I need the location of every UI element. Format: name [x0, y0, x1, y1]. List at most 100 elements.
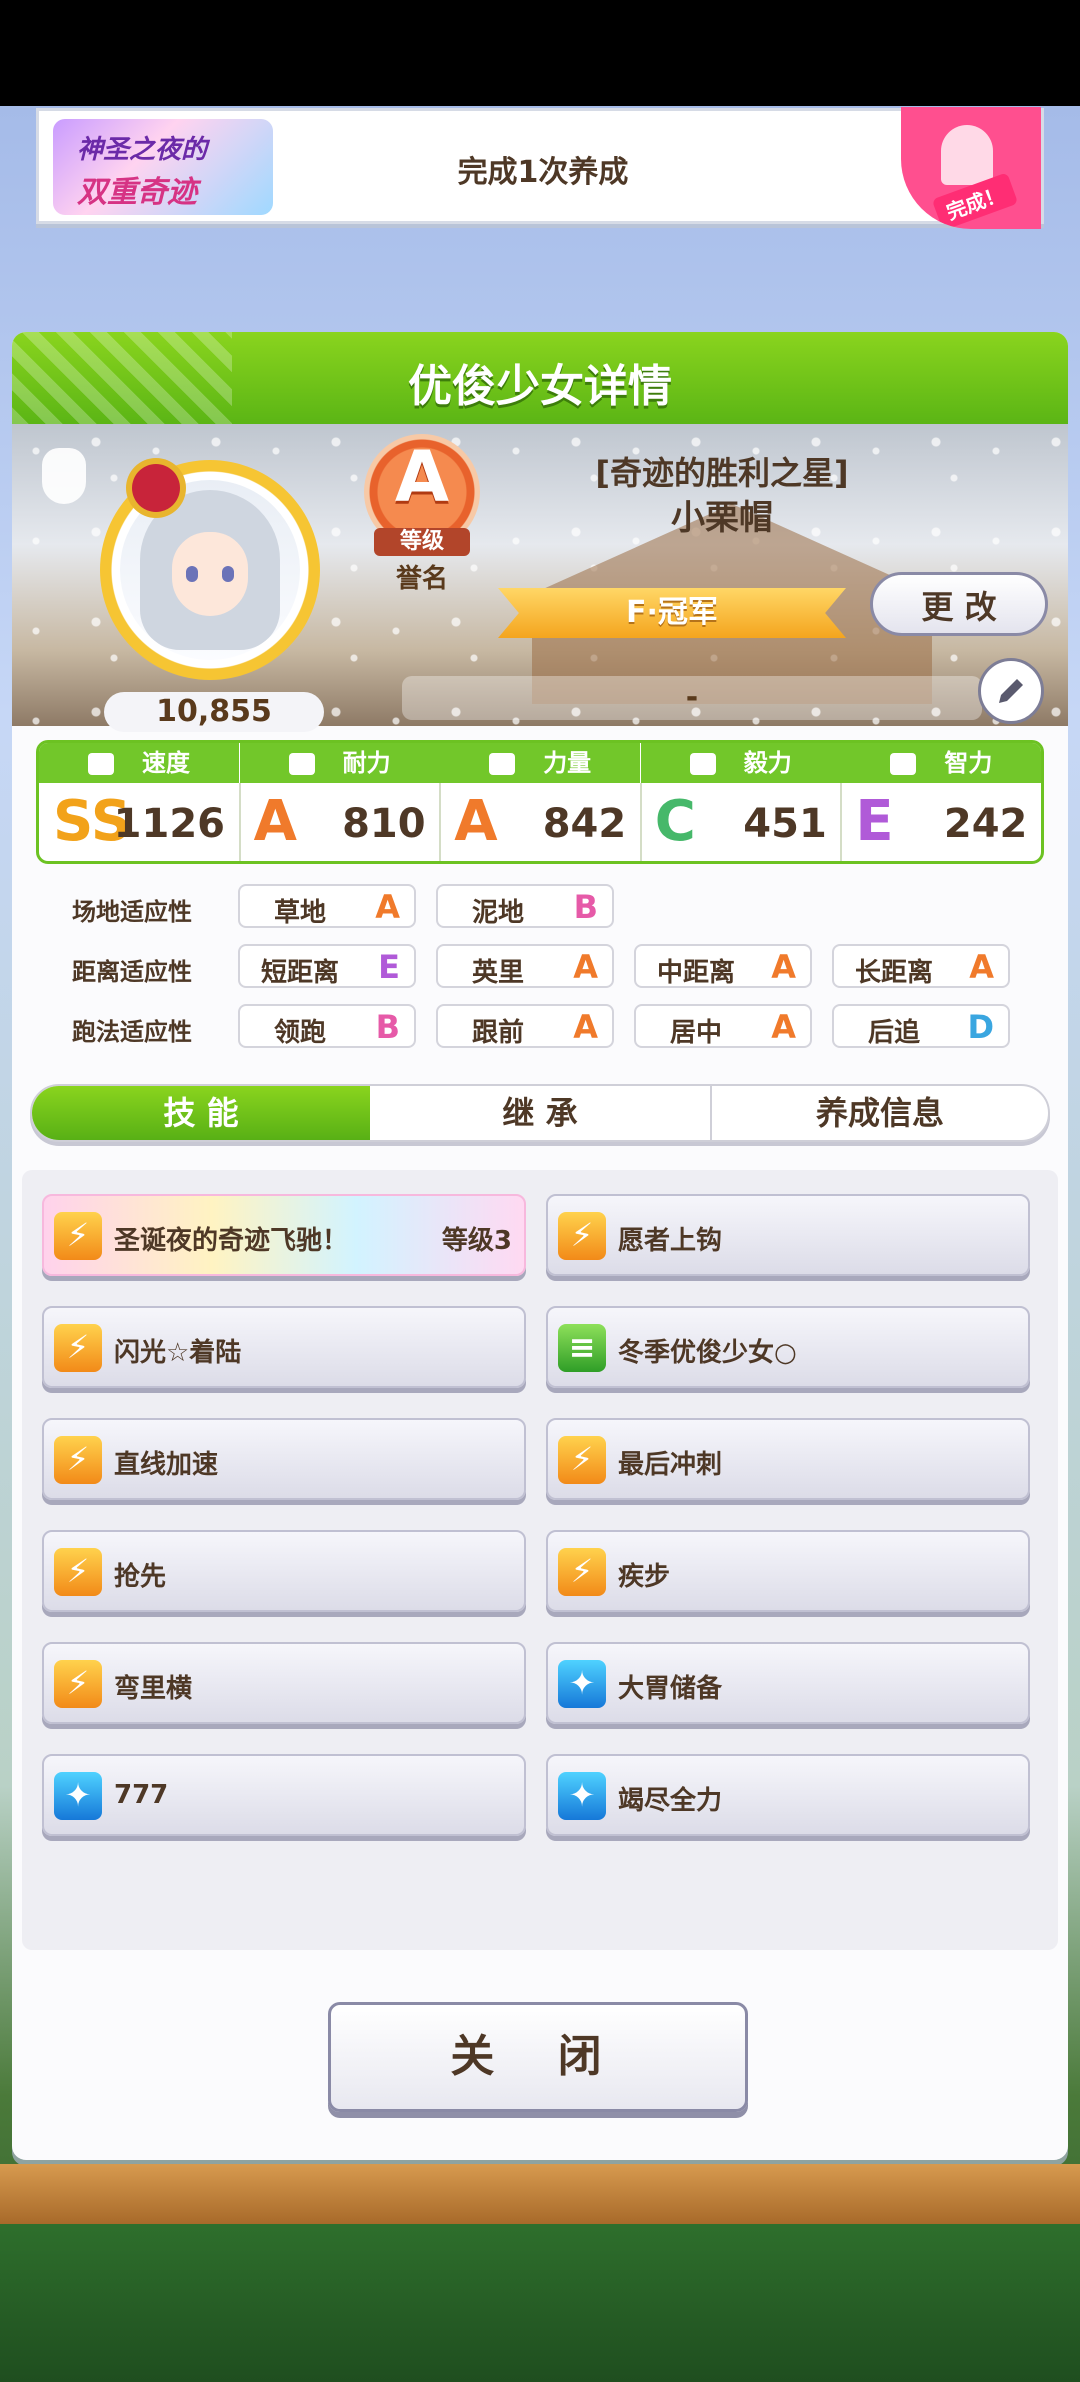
stat-icon [489, 753, 516, 775]
pencil-icon [999, 679, 1023, 703]
stat-label: 毅力 [640, 743, 841, 783]
stat-value: 810 [342, 801, 426, 847]
skill-item[interactable]: ⚡ 弯里横 [42, 1642, 526, 1724]
skill-name: 抢先 [114, 1562, 167, 1592]
stat-icon [288, 753, 315, 775]
skill-item[interactable]: ✦ 777 [42, 1754, 526, 1836]
stat-value: 451 [743, 801, 827, 847]
skill-item[interactable]: ≡ 冬季优俊少女○ [546, 1306, 1030, 1388]
skill-item[interactable]: ⚡ 疾步 [546, 1530, 1030, 1612]
stat-divider [238, 783, 241, 861]
skill-item[interactable]: ⚡ 最后冲刺 [546, 1418, 1030, 1500]
aptitude-row-label: 跑法适应性 [72, 1018, 192, 1046]
aptitude-item: 后追 D [832, 1004, 1010, 1048]
tab-inheritance[interactable]: 继 承 [370, 1086, 710, 1140]
tab-skills[interactable]: 技 能 [32, 1086, 370, 1140]
skill-gold-icon: ⚡ [558, 1436, 606, 1484]
aptitude-grade: A [771, 948, 796, 986]
stat-4: 智力 E 242 [841, 743, 1041, 861]
character-detail-panel: 优俊少女详情 10,855 A 等级 誉名 [奇迹的胜利之星] 小栗帽 F·冠军… [12, 332, 1068, 2160]
title-ribbon: F·冠军 [498, 588, 846, 638]
aptitude-row-label: 场地适应性 [72, 898, 192, 926]
aptitude-grade: B [375, 1008, 400, 1046]
stat-divider [840, 783, 843, 861]
status-bar [0, 0, 1080, 106]
memo-field: - [402, 676, 982, 720]
skill-gold-icon: ⚡ [54, 1212, 102, 1260]
aptitude-name: 泥地 [471, 898, 524, 928]
aptitude-name: 居中 [669, 1018, 722, 1048]
rank-name: 誉名 [395, 564, 448, 594]
character-epithet: [奇迹的胜利之星] [595, 454, 849, 492]
skill-gold-icon: ⚡ [54, 1436, 102, 1484]
stat-1: 耐力 A 810 [239, 743, 440, 861]
stat-icon [88, 753, 114, 775]
skill-name: 竭尽全力 [618, 1786, 723, 1816]
skill-list: ⚡ 圣诞夜的奇迹飞驰！ 等级3 ⚡ 愿者上钩 ⚡ 闪光☆着陆 ≡ 冬季优俊少女○ ⚡ 直线加速 ⚡ 最后… [22, 1170, 1058, 1950]
aptitude-grade: A [969, 948, 994, 986]
skill-item[interactable]: ⚡ 直线加速 [42, 1418, 526, 1500]
stat-3: 毅力 C 451 [640, 743, 841, 861]
aptitude-item: 英里 A [436, 944, 614, 988]
panel-title: 优俊少女详情 [408, 361, 672, 412]
stat-divider [439, 783, 442, 861]
aptitude-item: 短距离 E [238, 944, 416, 988]
skill-blue-icon: ✦ [558, 1772, 606, 1820]
skill-item[interactable]: ⚡ 抢先 [42, 1530, 526, 1612]
stat-divider [639, 783, 642, 861]
aptitude-name: 跟前 [471, 1018, 524, 1048]
change-title-button[interactable]: 更 改 [870, 572, 1048, 636]
close-button[interactable]: 关 闭 [328, 2002, 748, 2112]
character-name: 小栗帽 [671, 498, 773, 538]
skill-name: 圣诞夜的奇迹飞驰！ [114, 1226, 349, 1256]
aptitude-item: 领跑 B [238, 1004, 416, 1048]
stats-table: 速度 SS 1126 耐力 A 810 力量 A 842 毅力 C 451 智力 E 242 [36, 740, 1044, 864]
rank-grade: A [394, 436, 450, 518]
stat-0: 速度 SS 1126 [39, 743, 239, 861]
skill-item[interactable]: ✦ 竭尽全力 [546, 1754, 1030, 1836]
skill-item[interactable]: ⚡ 愿者上钩 [546, 1194, 1030, 1276]
stat-icon [890, 753, 917, 775]
chef-icon [941, 125, 993, 185]
skill-item[interactable]: ⚡ 圣诞夜的奇迹飞驰！ 等级3 [42, 1194, 526, 1276]
stat-icon [689, 753, 716, 775]
skill-gold-icon: ⚡ [54, 1324, 102, 1372]
skill-name: 大胃储备 [618, 1674, 723, 1704]
fence-background [0, 2164, 1080, 2224]
aptitude-name: 长距离 [854, 958, 933, 988]
skill-item[interactable]: ✦ 大胃储备 [546, 1642, 1030, 1724]
mission-banner[interactable]: 神圣之夜的 双重奇迹 完成1次养成 完成！ [36, 107, 1044, 229]
aptitude-item: 居中 A [634, 1004, 812, 1048]
grass-background [0, 2224, 1080, 2382]
aptitude-name: 短距离 [260, 958, 339, 988]
stat-grade: C [654, 789, 696, 854]
skill-name: 最后冲刺 [618, 1450, 723, 1480]
skill-gold-icon: ⚡ [54, 1660, 102, 1708]
aptitude-grade: B [573, 888, 598, 926]
stat-label: 力量 [440, 743, 641, 783]
panel-header: 优俊少女详情 [12, 332, 1068, 424]
stat-grade: A [454, 789, 498, 854]
skill-name: 愿者上钩 [618, 1226, 723, 1256]
skill-gold-icon: ⚡ [54, 1548, 102, 1596]
tab-training-info[interactable]: 养成信息 [712, 1086, 1048, 1140]
skill-item[interactable]: ⚡ 闪光☆着陆 [42, 1306, 526, 1388]
skill-name: 闪光☆着陆 [114, 1338, 242, 1368]
aptitude-row-label: 距离适应性 [72, 958, 192, 986]
skill-name: 弯里横 [114, 1674, 193, 1704]
skill-name: 直线加速 [114, 1450, 219, 1480]
skill-gold-icon: ⚡ [558, 1212, 606, 1260]
aptitude-name: 英里 [471, 958, 524, 988]
aptitude-grade: E [378, 948, 400, 986]
skill-name: 冬季优俊少女○ [618, 1338, 797, 1368]
stat-label: 智力 [841, 743, 1041, 783]
aptitude-name: 中距离 [656, 958, 735, 988]
mission-text: 完成1次养成 [457, 155, 629, 190]
character-banner: 10,855 A 等级 誉名 [奇迹的胜利之星] 小栗帽 F·冠军 更 改 - [12, 424, 1068, 732]
aptitude-name: 领跑 [273, 1018, 326, 1048]
skill-name: 777 [114, 1780, 169, 1810]
skill-green-icon: ≡ [558, 1324, 606, 1372]
aptitude-name: 草地 [273, 898, 326, 928]
stat-label: 速度 [39, 743, 239, 783]
edit-memo-button[interactable] [978, 658, 1044, 724]
